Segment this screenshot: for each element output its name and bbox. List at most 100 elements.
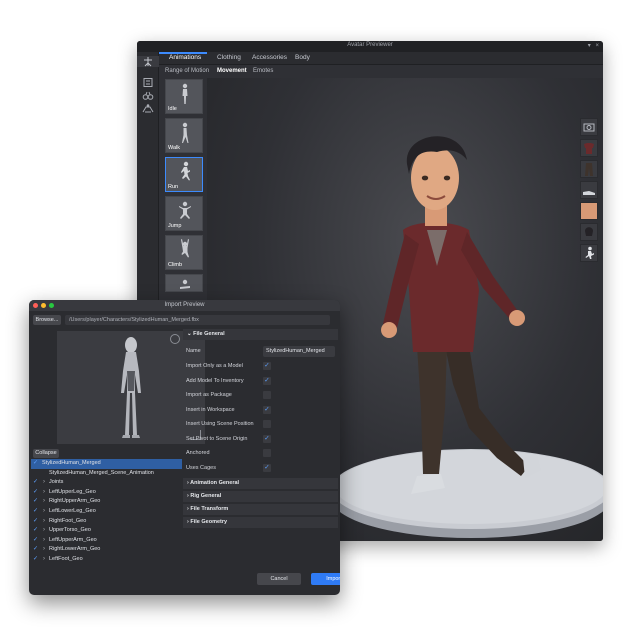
- shirt-icon[interactable]: [580, 139, 598, 157]
- chevron-right-icon[interactable]: ›: [43, 488, 45, 498]
- section-file-geometry[interactable]: › File Geometry: [183, 517, 338, 528]
- checkmark-icon[interactable]: ✓: [33, 545, 38, 555]
- grid-tool-icon[interactable]: [142, 77, 154, 88]
- animation-card-idle[interactable]: Idle: [165, 79, 203, 114]
- animation-card-climb[interactable]: Climb: [165, 235, 203, 270]
- animation-label: Run: [168, 184, 179, 190]
- run-pose-icon: [181, 161, 190, 181]
- section-rig-general[interactable]: › Rig General: [183, 491, 338, 502]
- option-checkbox[interactable]: [263, 391, 271, 399]
- avatar-tabs: Animations Clothing Accessories Body: [159, 52, 603, 65]
- subtab-movement[interactable]: Movement: [217, 68, 247, 74]
- name-input[interactable]: StylizedHuman_Merged: [263, 346, 335, 357]
- chevron-right-icon[interactable]: ›: [43, 517, 45, 527]
- option-row: Import as Package: [186, 388, 336, 402]
- tree-row[interactable]: ✓ › LeftFoot_Geo: [31, 555, 182, 565]
- option-checkbox[interactable]: [263, 449, 271, 457]
- option-label: Uses Cages: [186, 464, 216, 471]
- animation-card-walk[interactable]: Walk: [165, 118, 203, 153]
- option-checkbox[interactable]: ✓: [263, 405, 271, 414]
- subtab-range-of-motion[interactable]: Range of Motion: [165, 68, 209, 74]
- checkmark-icon[interactable]: ✓: [33, 478, 38, 488]
- rotate-view-icon[interactable]: [170, 334, 180, 344]
- option-label: Add Model To Inventory: [186, 377, 244, 384]
- collapse-button[interactable]: Collapse: [33, 449, 59, 458]
- section-file-general[interactable]: ⌄ File General: [183, 329, 338, 340]
- shoes-icon[interactable]: [580, 181, 598, 199]
- tree-row[interactable]: ✓ › LeftLowerLeg_Geo: [31, 507, 182, 517]
- chevron-right-icon[interactable]: ›: [43, 478, 45, 488]
- option-label: Anchored: [186, 450, 210, 456]
- animation-list: Idle Walk Run Jump Climb: [165, 79, 205, 292]
- window-close-icon[interactable]: ×: [595, 43, 599, 49]
- animation-label: Climb: [168, 262, 183, 268]
- option-row: Import Only as a Model ✓: [186, 359, 336, 373]
- option-checkbox[interactable]: ✓: [263, 434, 271, 443]
- tab-body[interactable]: Body: [295, 54, 310, 61]
- avatar-previewer-titlebar: Avatar Previewer ▾ ×: [137, 41, 603, 52]
- section-file-transform[interactable]: › File Transform: [183, 504, 338, 515]
- tab-animations[interactable]: Animations: [169, 54, 201, 61]
- option-label: Import as Package: [186, 392, 232, 398]
- option-row: Anchored: [186, 446, 336, 460]
- checkmark-icon[interactable]: ✓: [33, 507, 38, 517]
- animation-label: Jump: [168, 223, 182, 229]
- checkmark-icon[interactable]: ✓: [33, 526, 38, 536]
- animation-subtabs: Range of Motion Movement Emotes: [159, 65, 319, 78]
- head-icon[interactable]: [580, 223, 598, 241]
- chevron-right-icon[interactable]: ›: [43, 507, 45, 517]
- option-row: Insert in Workspace ✓: [186, 403, 336, 417]
- option-checkbox[interactable]: ✓: [263, 362, 271, 370]
- tree-row[interactable]: ✓ › RightUpperArm_Geo: [31, 497, 182, 507]
- option-row: Set Pivot to Scene Origin ✓: [186, 432, 336, 446]
- chevron-right-icon[interactable]: ›: [43, 555, 45, 565]
- walk-pose-icon: [182, 122, 189, 143]
- pose-icon[interactable]: [580, 244, 598, 262]
- tree-row[interactable]: ✓ › UpperTorso_Geo: [31, 526, 182, 536]
- checkmark-icon[interactable]: ✓: [33, 497, 38, 507]
- option-checkbox[interactable]: ✓: [263, 463, 271, 472]
- option-checkbox[interactable]: ✓: [263, 376, 271, 385]
- chevron-right-icon[interactable]: ›: [43, 526, 45, 536]
- tree-row[interactable]: StylizedHuman_Merged_Scene_Animation: [31, 469, 182, 479]
- window-menu-icon[interactable]: ▾: [588, 43, 591, 49]
- checkmark-icon[interactable]: ✓: [33, 555, 38, 565]
- option-label: Insert Using Scene Position: [186, 421, 254, 427]
- tab-clothing[interactable]: Clothing: [217, 54, 241, 61]
- camera-icon[interactable]: [580, 118, 598, 136]
- checkmark-icon[interactable]: ✓: [33, 459, 38, 469]
- climb-pose-icon: [181, 239, 189, 258]
- tree-row[interactable]: ✓ › LeftUpperLeg_Geo: [31, 488, 182, 498]
- avatar-previewer-title: Avatar Previewer: [347, 42, 393, 48]
- animation-card-more[interactable]: [165, 274, 203, 292]
- skin-tone-icon[interactable]: [580, 202, 598, 220]
- checkmark-icon[interactable]: ✓: [33, 536, 38, 546]
- animation-card-run[interactable]: Run: [165, 157, 203, 192]
- animation-card-jump[interactable]: Jump: [165, 196, 203, 231]
- chevron-right-icon[interactable]: ›: [43, 545, 45, 555]
- tree-row[interactable]: ✓ › Joints: [31, 478, 182, 488]
- cancel-button[interactable]: Cancel: [257, 573, 301, 585]
- body-tool-icon[interactable]: [142, 103, 154, 114]
- chevron-right-icon[interactable]: ›: [43, 497, 45, 507]
- tree-row[interactable]: ✓ StylizedHuman_Merged: [31, 459, 182, 469]
- checkmark-icon[interactable]: ✓: [33, 488, 38, 498]
- animation-tool-icon[interactable]: [137, 56, 159, 67]
- animation-label: Walk: [168, 145, 181, 151]
- file-path-field[interactable]: /Users/player/Characters/StylizedHuman_M…: [65, 315, 330, 325]
- import-button[interactable]: Import: [311, 573, 340, 585]
- name-row: Name StylizedHuman_Merged: [186, 344, 336, 358]
- tab-accessories[interactable]: Accessories: [252, 54, 287, 61]
- chevron-right-icon[interactable]: ›: [43, 536, 45, 546]
- import-preview-title: Import Preview: [164, 302, 205, 308]
- pants-icon[interactable]: [580, 160, 598, 178]
- binoculars-tool-icon[interactable]: [142, 90, 154, 101]
- checkmark-icon[interactable]: ✓: [33, 517, 38, 527]
- section-animation-general[interactable]: › Animation General: [183, 478, 338, 489]
- tree-row[interactable]: ✓ › RightFoot_Geo: [31, 517, 182, 527]
- tree-row[interactable]: ✓ › RightLowerArm_Geo: [31, 545, 182, 555]
- browse-button[interactable]: Browse...: [33, 315, 61, 325]
- option-checkbox[interactable]: [263, 420, 271, 428]
- tree-row[interactable]: ✓ › LeftUpperArm_Geo: [31, 536, 182, 546]
- subtab-emotes[interactable]: Emotes: [253, 68, 273, 74]
